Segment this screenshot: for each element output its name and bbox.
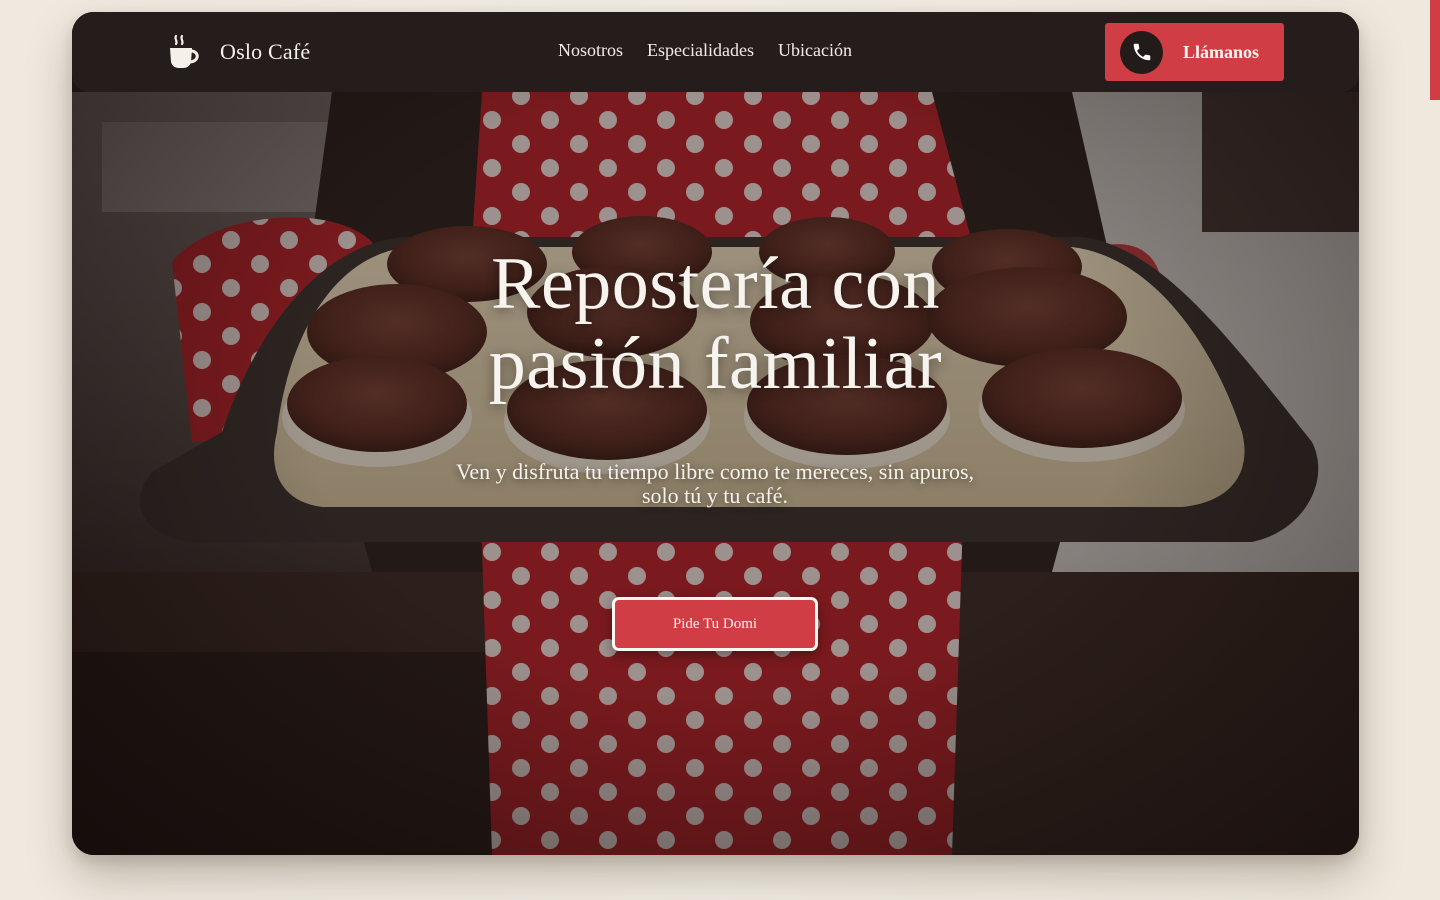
nav-link-nosotros[interactable]: Nosotros xyxy=(558,40,623,61)
coffee-cup-icon xyxy=(170,34,199,68)
scrollbar-thumb[interactable] xyxy=(1430,0,1440,100)
hero-subtitle: Ven y disfruta tu tiempo libre como te m… xyxy=(455,459,975,508)
hero-section: Repostería con pasión familiar Ven y dis… xyxy=(72,12,1359,855)
hero-headline-line1: Repostería con xyxy=(491,243,940,325)
brand-name: Oslo Café xyxy=(220,39,311,64)
top-navbar: Oslo Café Nosotros Especialidades Ubicac… xyxy=(72,12,1359,92)
order-delivery-button[interactable]: Pide Tu Domi xyxy=(612,597,818,651)
call-us-label: Llámanos xyxy=(1183,41,1260,62)
phone-icon xyxy=(1133,43,1150,61)
call-us-button[interactable]: Llámanos xyxy=(1105,23,1284,81)
nav-link-especialidades[interactable]: Especialidades xyxy=(647,40,754,61)
hero-headline-line2: pasión familiar xyxy=(488,323,943,405)
hero-card: Repostería con pasión familiar Ven y dis… xyxy=(72,12,1359,855)
hero-vignette xyxy=(72,12,1359,855)
brand[interactable]: Oslo Café xyxy=(168,34,310,70)
phone-icon-circle xyxy=(1120,30,1163,74)
nav-link-ubicacion[interactable]: Ubicación xyxy=(778,40,852,61)
hero-headline: Repostería con pasión familiar xyxy=(72,244,1359,404)
main-nav: Nosotros Especialidades Ubicación xyxy=(558,40,852,61)
